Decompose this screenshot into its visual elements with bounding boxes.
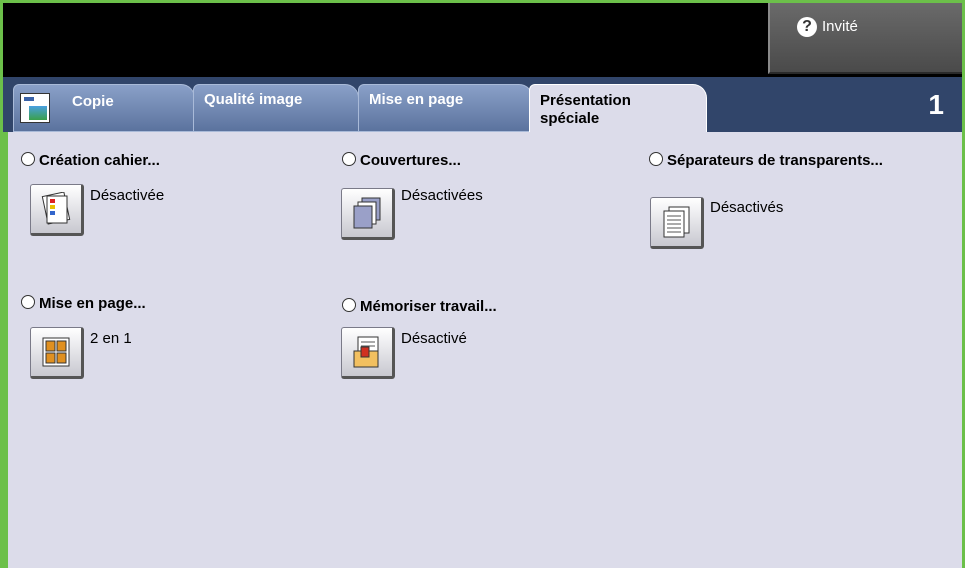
radio-icon — [342, 152, 356, 166]
booklet-button[interactable] — [30, 184, 84, 236]
transparency-separators-button[interactable] — [650, 197, 704, 249]
tab-image-quality-label: Qualité image — [204, 91, 303, 108]
copy-icon — [20, 93, 50, 123]
booklet-icon — [41, 192, 71, 225]
covers-title: Couvertures... — [360, 152, 461, 169]
tab-layout-label: Mise en page — [369, 91, 464, 108]
transparency-separators-option[interactable]: Séparateurs de transparents... — [649, 152, 883, 169]
covers-option[interactable]: Couvertures... — [342, 152, 461, 169]
page-layout-button[interactable] — [30, 327, 84, 379]
transparency-separators-icon — [663, 206, 690, 238]
radio-icon — [649, 152, 663, 166]
question-icon: ? — [797, 17, 817, 37]
tab-output-format-label-line1: Présentation — [540, 92, 631, 109]
guest-label: Invité — [822, 18, 858, 35]
covers-button[interactable] — [341, 188, 395, 240]
radio-icon — [21, 295, 35, 309]
transparency-separators-title: Séparateurs de transparents... — [667, 152, 883, 169]
radio-icon — [21, 152, 35, 166]
booklet-status: Désactivée — [90, 187, 165, 204]
store-job-button[interactable] — [341, 327, 395, 379]
transparency-separators-status: Désactivés — [710, 199, 784, 216]
options-panel: Création cahier... Désactivée Couverture… — [8, 132, 962, 568]
store-job-option[interactable]: Mémoriser travail... — [342, 298, 497, 315]
tab-output-format[interactable]: Présentation spéciale — [529, 84, 707, 134]
copy-quantity: 1 — [928, 89, 944, 120]
store-job-icon — [353, 336, 379, 368]
screen-frame: ? Invité Copie Qualité image Mise en pag… — [0, 0, 965, 568]
tab-copy-label: Copie — [72, 93, 114, 110]
tab-layout-adjustment[interactable]: Mise en page — [358, 84, 533, 132]
tab-copy[interactable]: Copie — [13, 84, 195, 132]
page-layout-title: Mise en page... — [39, 295, 146, 312]
tab-bar: Copie Qualité image Mise en page Présent… — [3, 77, 962, 134]
tab-output-format-label-line2: spéciale — [540, 110, 600, 127]
page-layout-status: 2 en 1 — [90, 330, 132, 347]
booklet-title: Création cahier... — [39, 152, 160, 169]
pages-per-side-icon — [42, 337, 70, 367]
store-job-title: Mémoriser travail... — [360, 298, 497, 315]
page-layout-option[interactable]: Mise en page... — [21, 295, 146, 312]
tab-image-quality[interactable]: Qualité image — [193, 84, 359, 132]
guest-login-button[interactable]: ? Invité — [768, 3, 962, 74]
covers-icon — [353, 197, 381, 229]
covers-status: Désactivées — [401, 187, 483, 204]
booklet-option[interactable]: Création cahier... — [21, 152, 160, 169]
top-bar: ? Invité — [3, 3, 962, 77]
radio-icon — [342, 298, 356, 312]
store-job-status: Désactivé — [401, 330, 467, 347]
